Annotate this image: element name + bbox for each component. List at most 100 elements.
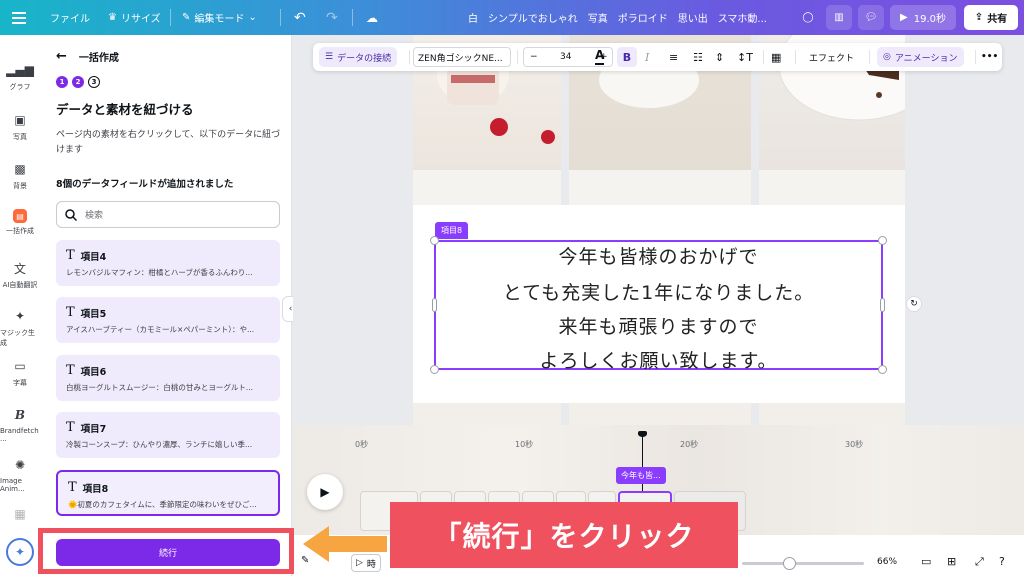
notes-icon: ▭ [921,555,932,568]
ruler-label: 0秒 [355,440,369,449]
image-animate-icon: ✺ [14,458,26,472]
search-icon [65,208,77,221]
resize-handle[interactable] [880,298,885,312]
background-icon: ▩ [14,162,26,176]
data-field-item4[interactable]: T 項目4 レモンバジルマフィン：柑橘とハーブが香るふんわり... [56,240,280,286]
edit-mode-menu[interactable]: ✎ 編集モード ⌄ [182,0,257,35]
resize-handle[interactable] [878,236,887,245]
resize-menu[interactable]: ♛ リサイズ [108,0,161,35]
transparency-button[interactable]: ▦ [771,43,781,71]
resize-handle[interactable] [430,236,439,245]
app-icon: ▦ [14,507,26,521]
font-family-select[interactable]: ZEN角ゴシックNE... [413,47,511,67]
zoom-level[interactable]: 66% [877,557,897,567]
rail-item-bulk-create[interactable]: ▤ 一括作成 [0,209,40,236]
animation-button[interactable]: ◎ アニメーション [877,47,964,67]
avatar-button[interactable]: ◯ [796,5,820,30]
step-2: 2 [72,76,84,88]
list-icon: ☷ [693,50,703,64]
rail-item-chart[interactable]: ▂▄▆ グラフ [0,61,40,92]
timeline-play-button[interactable]: ▶ [307,474,343,510]
menu-icon [12,11,26,24]
fullscreen-button[interactable]: ⤢ [975,555,984,569]
text-line-4: よろしくお願い致します。 [539,350,778,372]
rail-item-translate[interactable]: 文 AI自動翻訳 [0,259,40,290]
grid-icon: ⊞ [947,555,957,568]
list-button[interactable]: ☷ [693,43,703,71]
magic-assistant-button[interactable]: ✦ [6,538,34,566]
search-input[interactable]: 検索 [85,208,103,221]
rail-item-captions[interactable]: ▭ 字幕 [0,357,40,388]
italic-button[interactable]: I [645,43,649,71]
help-button[interactable]: ? [999,555,1005,568]
effects-button[interactable]: エフェクト [809,43,854,71]
undo-button[interactable]: ↶ [294,0,306,35]
pencil-icon: ✎ [182,12,191,23]
share-button[interactable]: ⇪ 共有 [964,5,1018,30]
redo-button[interactable]: ↷ [326,0,338,35]
insights-button[interactable]: ▥ [826,5,852,30]
cloud-icon: ☁ [366,10,378,25]
align-button[interactable]: ≡ [669,43,678,71]
rotate-handle[interactable]: ↻ [906,296,922,312]
rail-item-brandfetch[interactable]: B Brandfetch ... [0,406,40,443]
bulk-create-icon: ▤ [13,209,27,223]
rail-item-more-app[interactable]: ▦ [0,505,40,526]
present-button[interactable]: ▶ 19.0秒 [890,5,956,30]
menu-button[interactable] [12,0,26,35]
font-size-value[interactable]: 34 [560,52,571,62]
page-view-button[interactable]: ▭ [921,555,931,568]
rail-item-image-animate[interactable]: ✺ Image Anim... [0,456,40,493]
data-field-item5[interactable]: T 項目5 アイスハーブティー（カモミール×ペパーミント）：や... [56,297,280,343]
data-field-item7[interactable]: T 項目7 冷製コーンスープ：ひんやり濃厚、ランチに嬉しい季... [56,412,280,458]
data-field-item6[interactable]: T 項目6 白桃ヨーグルトスムージー：白桃の甘みとヨーグルト... [56,355,280,401]
vertical-text-icon: ↕T [737,50,753,64]
back-arrow-icon[interactable]: ← [56,49,67,64]
grid-view-button[interactable]: ⊞ [947,555,956,568]
rail-item-background[interactable]: ▩ 背景 [0,160,40,191]
resize-handle[interactable] [432,298,437,312]
ruler-label: 10秒 [515,440,534,449]
bold-button[interactable]: B [617,47,637,67]
rail-item-photo[interactable]: ▣ 写真 [0,111,40,142]
rotate-icon: ↻ [910,299,918,309]
top-bar: ファイル ♛ リサイズ ✎ 編集モード ⌄ ↶ ↷ ☁ 白 シンプルでおしゃれ 写真 … [0,0,1024,35]
zoom-slider-handle[interactable] [783,557,796,570]
fullscreen-icon: ⤢ [975,555,984,568]
text-color-button[interactable]: A [595,47,605,65]
resize-handle[interactable] [878,365,887,374]
align-center-icon: ≡ [669,50,679,64]
upload-icon: ⇪ [974,12,984,23]
help-icon: ? [999,555,1005,568]
photo-icon: ▣ [14,113,26,127]
spacing-button[interactable]: ⇕ [715,43,724,71]
comments-button[interactable]: 💬︎ [858,5,884,30]
panel-description: ページ内の素材を右クリックして、以下のデータに紐づけます [56,130,281,155]
file-menu[interactable]: ファイル [50,0,90,35]
text-field-icon: T [68,480,77,495]
data-connect-button[interactable]: ☰ データの接続 [319,47,398,67]
document-title[interactable]: 白 シンプルでおしゃれ 写真 ポラロイド 思い出 スマホ動... [468,0,768,35]
vertical-text-button[interactable]: ↕T [737,43,753,71]
arrow-left-icon [303,526,387,562]
font-size-decrease[interactable]: − [530,52,538,62]
ruler-label: 30秒 [845,440,864,449]
resize-handle[interactable] [430,365,439,374]
search-box[interactable]: 検索 [56,201,280,228]
zoom-slider[interactable] [742,562,864,565]
field-count: 8個のデータフィールドが追加されました [56,179,234,190]
cloud-save-status[interactable]: ☁ [366,0,378,35]
more-button[interactable]: ••• [981,43,998,71]
redo-icon: ↷ [326,9,338,26]
rail-item-magic-media[interactable]: ✦ マジック生成 [0,307,40,348]
panel-title: データと素材を紐づける [56,102,194,117]
play-icon: ▶ [900,12,908,23]
transparency-icon: ▦ [771,50,782,64]
panel-header-title: 一括作成 [78,53,119,64]
animation-icon: ◎ [883,52,891,62]
data-field-item8[interactable]: T 項目8 🌞初夏のカフェタイムに、季節限定の味わいをぜひご... [56,470,280,516]
step-1: 1 [56,76,68,88]
left-rail: ▂▄▆ グラフ ▣ 写真 ▩ 背景 ▤ 一括作成 文 AI自動翻訳 ✦ マジック生成 ▭ 字幕… [0,35,40,576]
translate-icon: 文 [13,261,26,276]
instruction-callout: 「続行」をクリック [390,502,738,568]
